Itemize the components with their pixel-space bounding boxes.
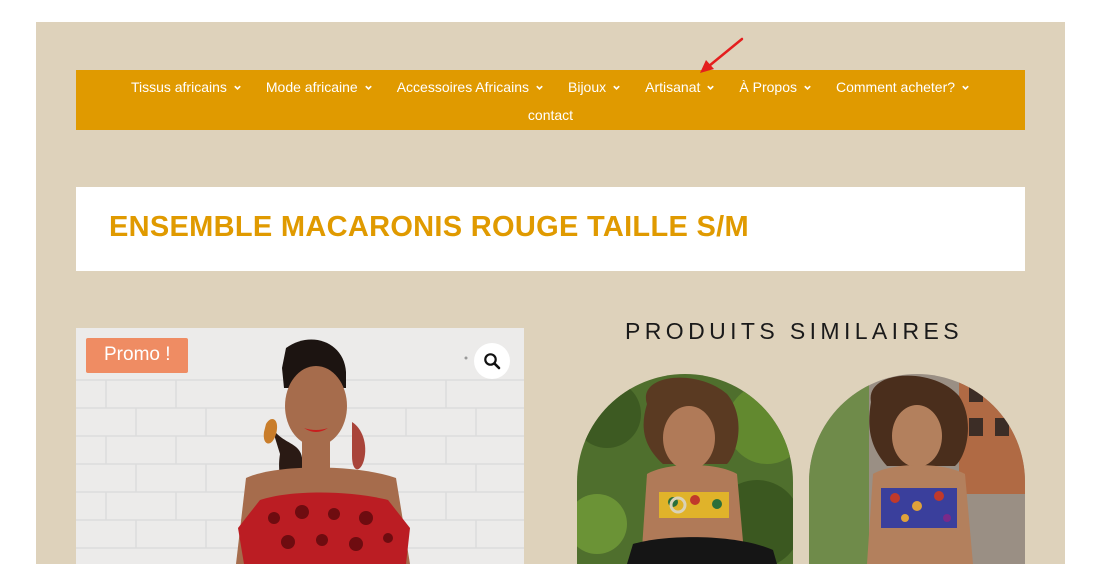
similar-product-2[interactable] xyxy=(809,374,1025,564)
zoom-button[interactable] xyxy=(474,343,510,379)
nav-row-2: contact xyxy=(76,105,1025,125)
red-arrow-icon xyxy=(700,37,744,73)
nav-item-comment-acheter[interactable]: Comment acheter? xyxy=(836,79,970,95)
chevron-down-icon xyxy=(234,85,241,90)
similar-product-photo xyxy=(577,374,793,564)
similar-products-heading: PRODUITS SIMILAIRES xyxy=(625,318,963,344)
chevron-down-icon xyxy=(962,85,969,90)
page-container: Tissus africains Mode africaine Accessoi… xyxy=(36,22,1065,564)
main-navigation: Tissus africains Mode africaine Accessoi… xyxy=(76,70,1025,130)
chevron-down-icon xyxy=(613,85,620,90)
nav-item-label: contact xyxy=(527,107,574,123)
magnifier-icon xyxy=(484,353,501,370)
nav-item-label: Comment acheter? xyxy=(835,79,956,95)
nav-item-contact[interactable]: contact xyxy=(528,107,573,123)
nav-item-label: Artisanat xyxy=(645,79,701,95)
chevron-down-icon xyxy=(364,85,372,90)
nav-item-bijoux[interactable]: Bijoux xyxy=(568,79,621,95)
nav-item-accessoires-africains[interactable]: Accessoires Africains xyxy=(397,79,544,95)
nav-item-label: Bijoux xyxy=(568,79,607,95)
chevron-down-icon xyxy=(804,85,811,90)
nav-item-label: Accessoires Africains xyxy=(396,79,529,95)
product-title: ENSEMBLE MACARONIS ROUGE TAILLE S/M xyxy=(109,211,749,243)
chevron-down-icon xyxy=(707,85,715,90)
nav-item-artisanat[interactable]: Artisanat xyxy=(645,79,715,95)
nav-item-label: À Propos xyxy=(739,79,797,95)
product-title-box: ENSEMBLE MACARONIS ROUGE TAILLE S/M xyxy=(76,187,1025,271)
chevron-down-icon xyxy=(536,85,543,90)
nav-row-1: Tissus africains Mode africaine Accessoi… xyxy=(76,75,1025,99)
similar-product-photo xyxy=(809,374,1025,564)
product-image[interactable]: Promo ! xyxy=(76,328,524,564)
nav-item-mode-africaine[interactable]: Mode africaine xyxy=(266,79,373,95)
nav-item-a-propos[interactable]: À Propos xyxy=(739,79,812,95)
similar-product-1[interactable] xyxy=(577,374,793,564)
nav-item-label: Tissus africains xyxy=(130,79,227,95)
nav-item-tissus-africains[interactable]: Tissus africains xyxy=(131,79,242,95)
nav-item-label: Mode africaine xyxy=(265,79,358,95)
promo-badge: Promo ! xyxy=(86,338,188,373)
